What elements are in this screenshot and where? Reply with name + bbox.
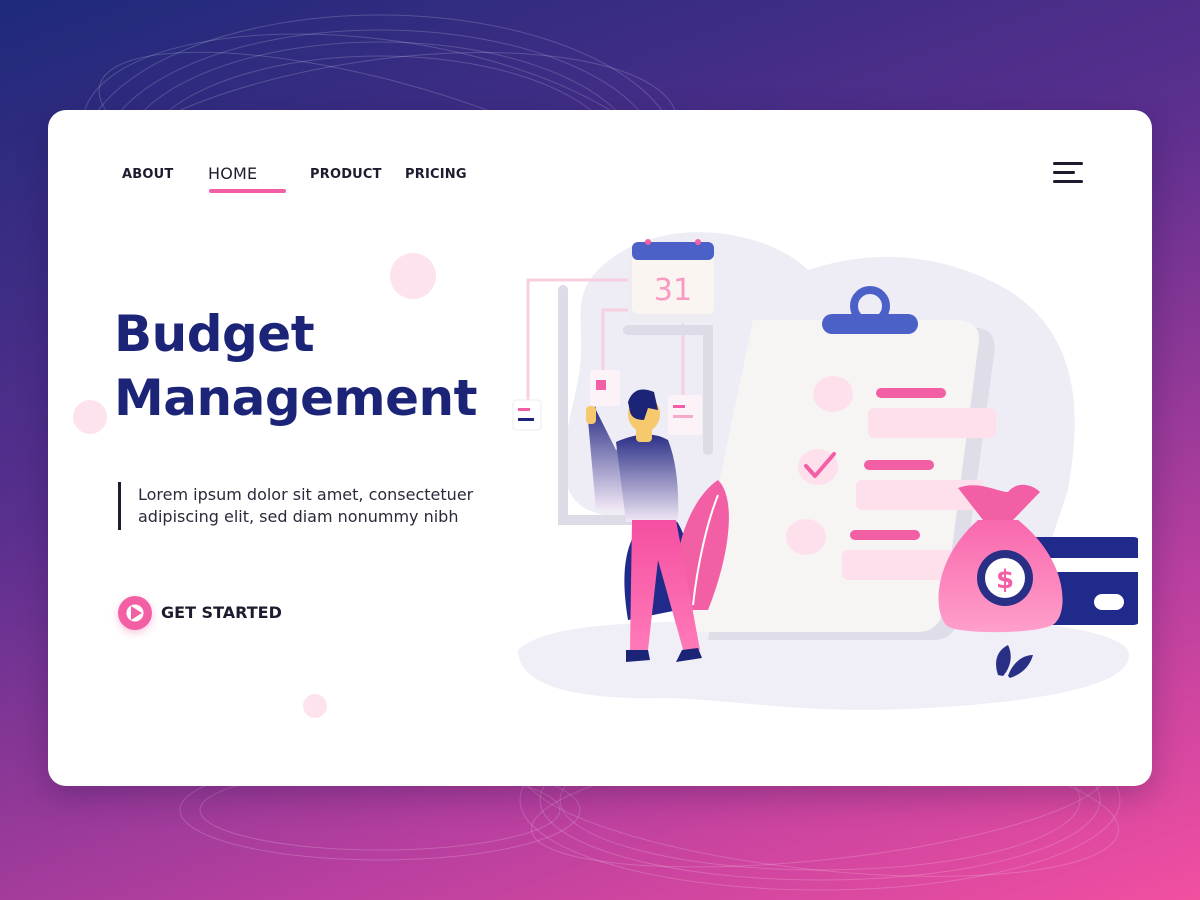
play-icon (118, 596, 152, 630)
title-line-1: Budget (114, 305, 315, 363)
decorative-dot (73, 400, 107, 434)
get-started-label: GET STARTED (161, 603, 282, 622)
description-accent-bar (118, 482, 121, 530)
nav-item-product[interactable]: PRODUCT (310, 167, 382, 182)
description-line-2: adipiscing elit, sed diam nonummy nibh (138, 507, 459, 526)
decorative-dot (390, 253, 436, 299)
nav-item-home[interactable]: HOME (208, 164, 257, 183)
title-line-2: Management (114, 369, 478, 427)
nav-item-about[interactable]: ABOUT (122, 167, 173, 182)
currency-symbol: $ (996, 565, 1014, 595)
page-title: Budget Management (114, 302, 478, 430)
landing-card: ABOUT HOME PRODUCT PRICING Budget Manage… (48, 110, 1152, 786)
hero-description: Lorem ipsum dolor sit amet, consectetuer… (138, 484, 518, 528)
nav-item-pricing[interactable]: PRICING (405, 167, 467, 182)
hamburger-menu-icon[interactable] (1053, 162, 1085, 184)
active-nav-indicator (209, 189, 286, 193)
budget-illustration: 31 $ (512, 232, 1138, 710)
decorative-dot (303, 694, 327, 718)
calendar-icon: 31 (628, 239, 714, 322)
sticky-note (512, 399, 542, 431)
calendar-day: 31 (654, 273, 692, 308)
description-line-1: Lorem ipsum dolor sit amet, consectetuer (138, 485, 474, 504)
